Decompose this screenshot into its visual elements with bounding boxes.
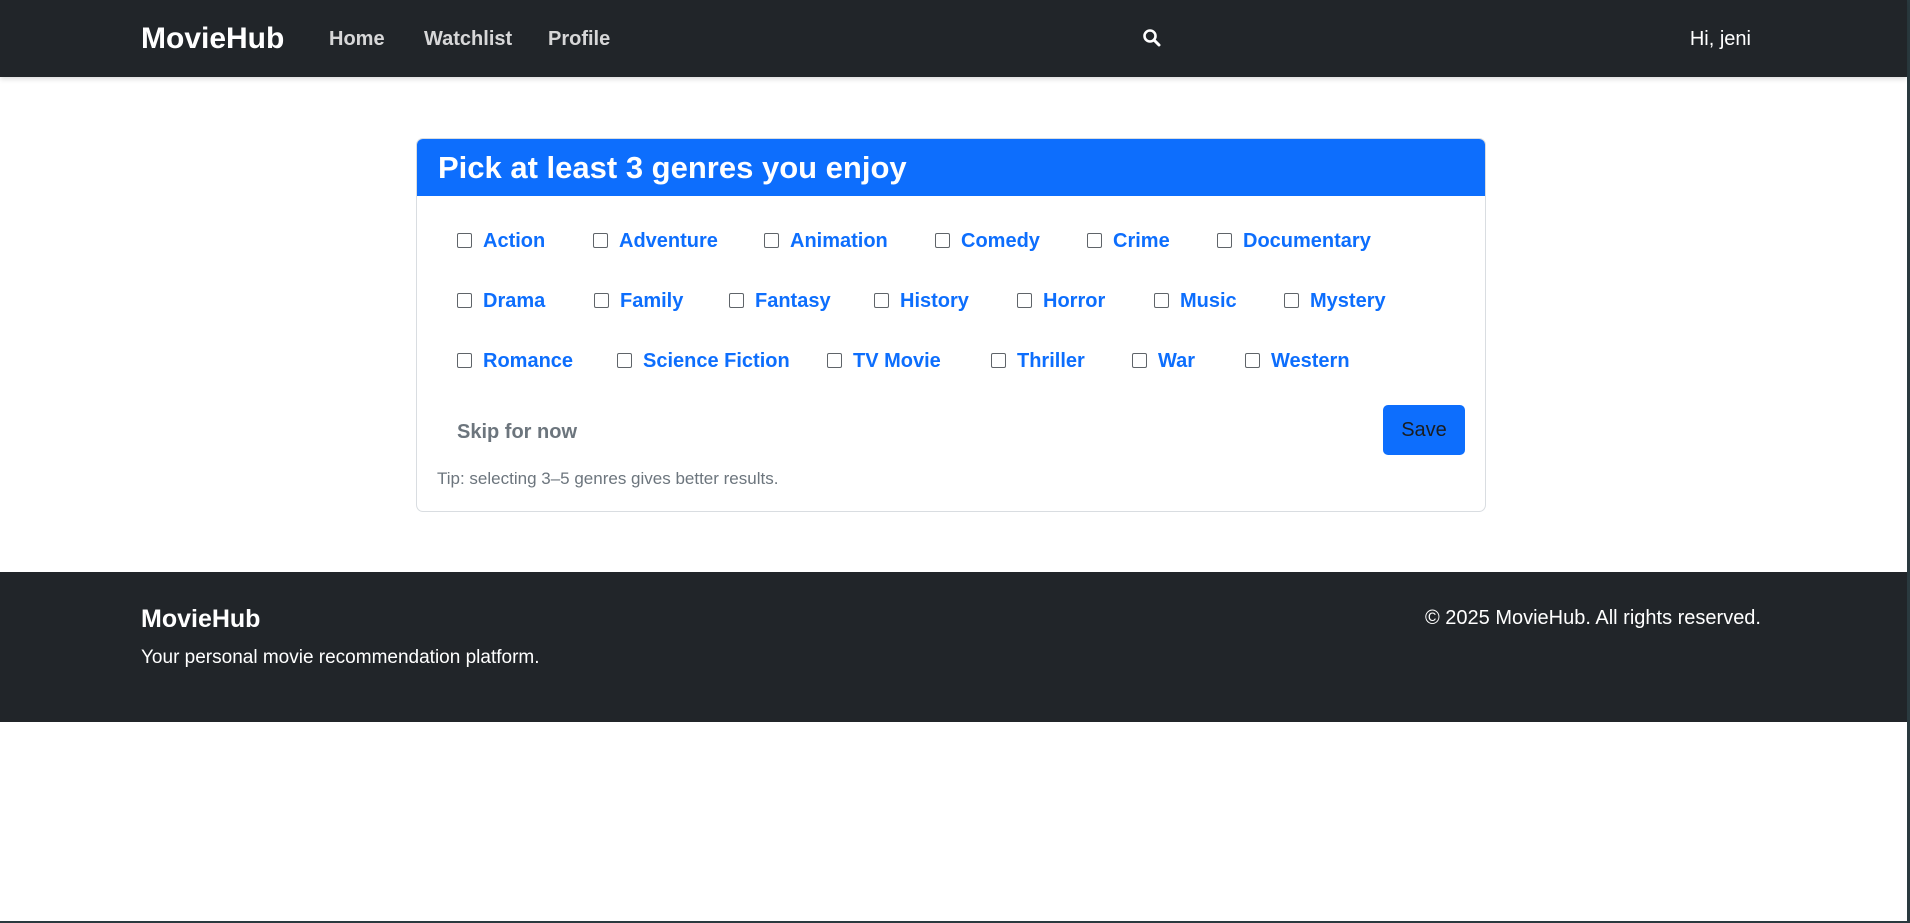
genre-label[interactable]: Animation xyxy=(790,229,888,253)
genre-label[interactable]: Comedy xyxy=(961,229,1040,253)
footer-copyright: © 2025 MovieHub. All rights reserved. xyxy=(1424,607,1761,629)
genre-option-science-fiction[interactable]: Science Fiction xyxy=(617,349,790,373)
genre-label[interactable]: Mystery xyxy=(1310,289,1386,313)
genre-label[interactable]: Horror xyxy=(1043,289,1105,313)
genre-checkbox[interactable] xyxy=(935,232,950,248)
genre-checkbox[interactable] xyxy=(874,292,889,308)
genre-label[interactable]: Music xyxy=(1180,289,1237,313)
genre-option-thriller[interactable]: Thriller xyxy=(991,349,1085,373)
genre-label[interactable]: Crime xyxy=(1113,229,1170,253)
genre-option-action[interactable]: Action xyxy=(457,229,545,253)
genre-option-tv-movie[interactable]: TV Movie xyxy=(827,349,941,373)
genre-checkbox[interactable] xyxy=(457,232,472,248)
genre-checkbox[interactable] xyxy=(1087,232,1102,248)
genre-label[interactable]: Thriller xyxy=(1017,349,1085,373)
user-greeting[interactable]: Hi, jeni xyxy=(1690,27,1751,51)
genre-picker-card: Pick at least 3 genres you enjoy Action … xyxy=(416,138,1486,512)
genre-checkbox[interactable] xyxy=(1284,292,1299,308)
navbar: MovieHub Home Watchlist Profile Hi, jeni xyxy=(0,0,1907,77)
genre-label[interactable]: TV Movie xyxy=(853,349,941,373)
tip-text: Tip: selecting 3–5 genres gives better r… xyxy=(437,469,779,488)
genre-option-drama[interactable]: Drama xyxy=(457,289,545,313)
genre-option-war[interactable]: War xyxy=(1132,349,1195,373)
genre-label[interactable]: Family xyxy=(620,289,683,313)
genre-checkbox[interactable] xyxy=(1154,292,1169,308)
footer-tagline: Your personal movie recommendation platf… xyxy=(141,647,540,668)
genre-label[interactable]: Drama xyxy=(483,289,545,313)
genre-option-horror[interactable]: Horror xyxy=(1017,289,1105,313)
genre-option-crime[interactable]: Crime xyxy=(1087,229,1170,253)
save-button[interactable]: Save xyxy=(1383,405,1465,455)
genre-checkbox[interactable] xyxy=(764,232,779,248)
genre-checkbox[interactable] xyxy=(729,292,744,308)
genre-option-comedy[interactable]: Comedy xyxy=(935,229,1040,253)
genre-label[interactable]: Adventure xyxy=(619,229,718,253)
genre-label[interactable]: Action xyxy=(483,229,545,253)
nav-link-home[interactable]: Home xyxy=(329,27,385,51)
genre-checkbox[interactable] xyxy=(593,232,608,248)
genre-checkbox[interactable] xyxy=(1017,292,1032,308)
genre-label[interactable]: History xyxy=(900,289,969,313)
genre-checkbox[interactable] xyxy=(1217,232,1232,248)
genre-checkbox[interactable] xyxy=(991,352,1006,368)
genre-option-adventure[interactable]: Adventure xyxy=(593,229,718,253)
genre-option-family[interactable]: Family xyxy=(594,289,683,313)
nav-link-watchlist[interactable]: Watchlist xyxy=(424,27,512,51)
genre-option-music[interactable]: Music xyxy=(1154,289,1237,313)
page: MovieHub Home Watchlist Profile Hi, jeni… xyxy=(0,0,1907,921)
genre-checkbox[interactable] xyxy=(457,292,472,308)
genre-label[interactable]: War xyxy=(1158,349,1195,373)
card-header: Pick at least 3 genres you enjoy xyxy=(417,139,1485,196)
genre-option-fantasy[interactable]: Fantasy xyxy=(729,289,831,313)
genre-label[interactable]: Documentary xyxy=(1243,229,1371,253)
nav-link-profile[interactable]: Profile xyxy=(548,27,610,51)
genre-checkbox[interactable] xyxy=(457,352,472,368)
genre-checkbox[interactable] xyxy=(1132,352,1147,368)
genre-label[interactable]: Science Fiction xyxy=(643,349,790,373)
genre-option-western[interactable]: Western xyxy=(1245,349,1350,373)
genre-option-mystery[interactable]: Mystery xyxy=(1284,289,1386,313)
genre-option-animation[interactable]: Animation xyxy=(764,229,888,253)
genre-label[interactable]: Fantasy xyxy=(755,289,831,313)
genre-checkbox[interactable] xyxy=(1245,352,1260,368)
genre-label[interactable]: Western xyxy=(1271,349,1350,373)
skip-button[interactable]: Skip for now xyxy=(457,420,577,444)
navbar-brand[interactable]: MovieHub xyxy=(141,20,284,57)
genre-checkbox[interactable] xyxy=(617,352,632,368)
card-title: Pick at least 3 genres you enjoy xyxy=(438,150,907,185)
genre-option-history[interactable]: History xyxy=(874,289,969,313)
genre-checkbox[interactable] xyxy=(827,352,842,368)
genre-label[interactable]: Romance xyxy=(483,349,573,373)
genre-checkbox[interactable] xyxy=(594,292,609,308)
genre-option-documentary[interactable]: Documentary xyxy=(1217,229,1371,253)
footer: MovieHub Your personal movie recommendat… xyxy=(0,572,1907,722)
footer-brand: MovieHub xyxy=(141,605,261,633)
search-icon[interactable] xyxy=(1142,28,1164,50)
genre-option-romance[interactable]: Romance xyxy=(457,349,573,373)
